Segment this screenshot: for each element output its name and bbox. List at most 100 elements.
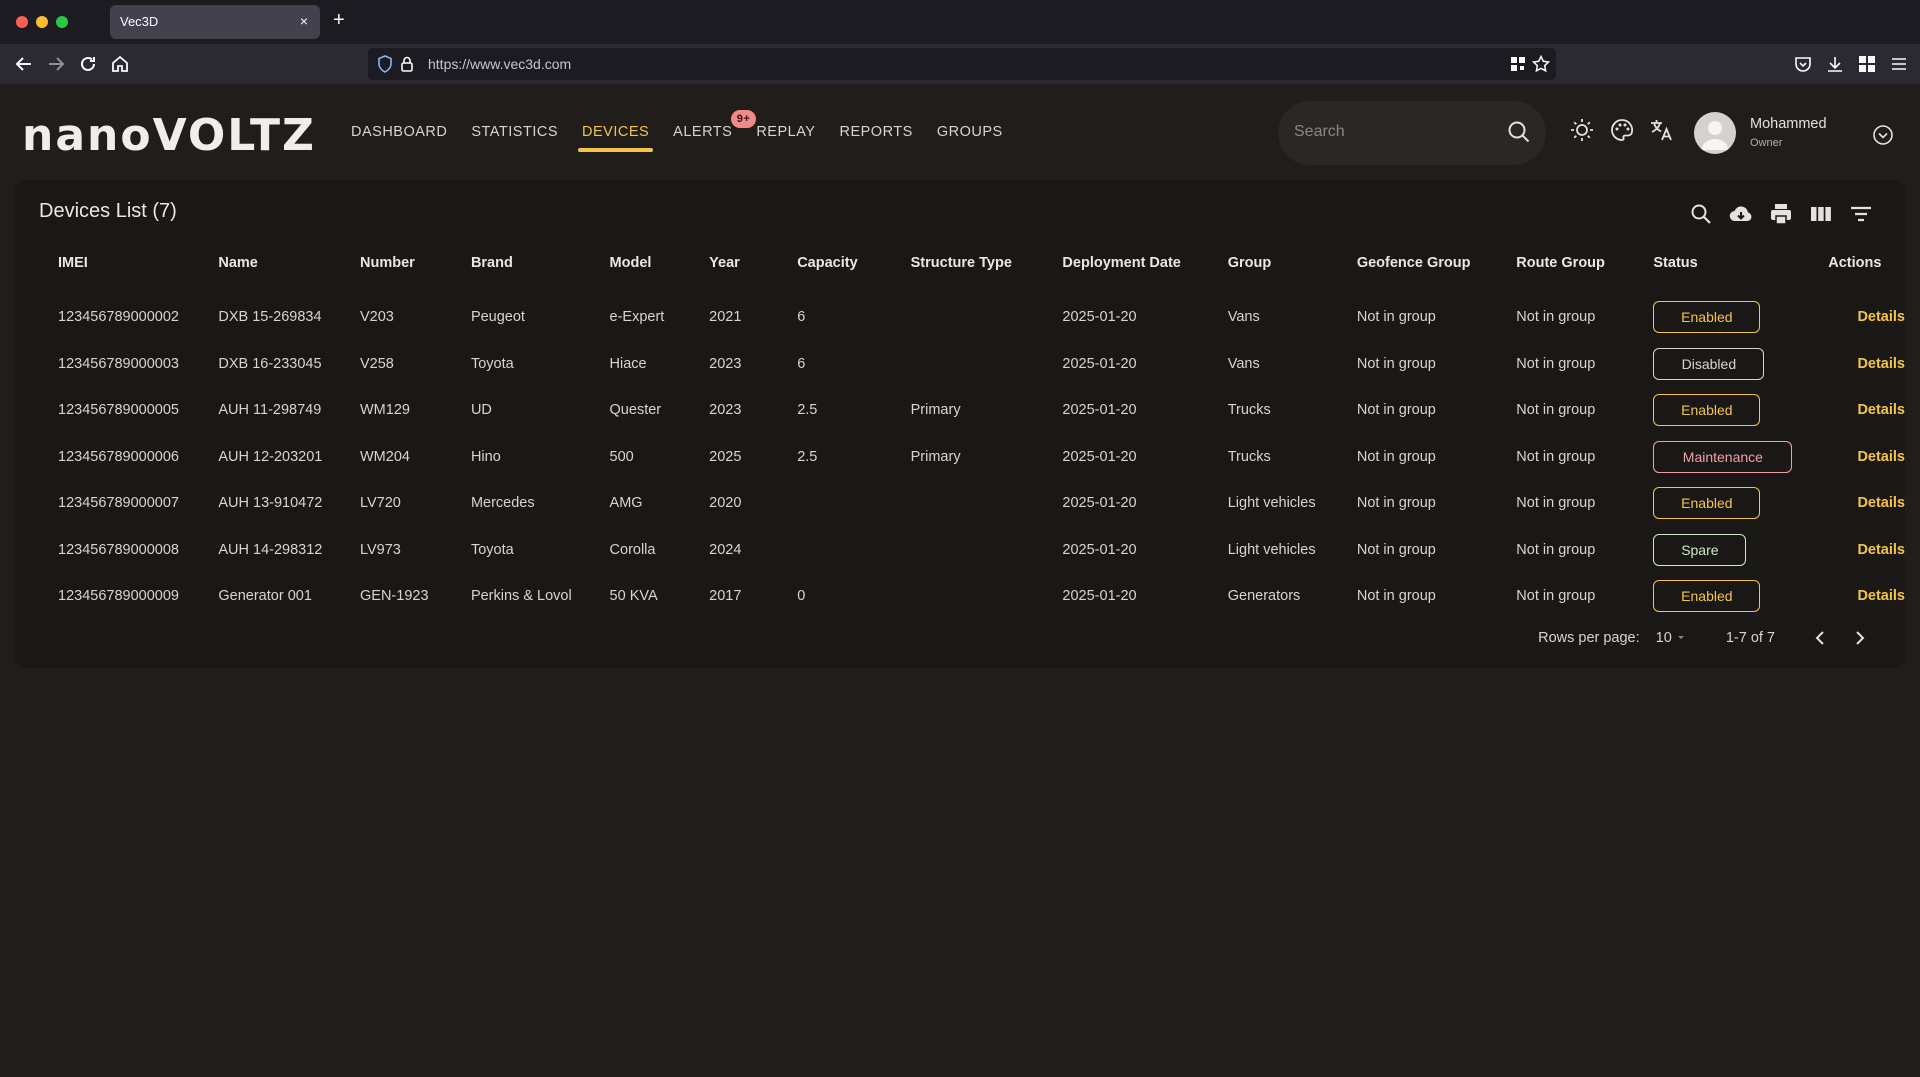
filter-icon[interactable] (1847, 200, 1875, 228)
cell-group: Trucks (1227, 448, 1271, 465)
table-row[interactable]: 123456789000003 DXB 16-233045 V258 Toyota Hi… (30, 341, 1905, 388)
search-icon[interactable] (1504, 117, 1534, 147)
url-bar[interactable]: https://www.vec3d.com (368, 48, 1556, 80)
cell-imei: 123456789000009 (58, 588, 179, 605)
page-title: Devices List (7) (39, 200, 177, 222)
cell-year: 2017 (709, 588, 742, 605)
tab-close-icon[interactable]: × (300, 13, 308, 29)
app-logo[interactable]: nanoVOLTZ (22, 110, 316, 161)
rows-per-page-select[interactable]: 10 (1656, 630, 1686, 646)
window-minimize-button[interactable] (36, 16, 48, 28)
cell-status: Enabled (1625, 573, 1800, 620)
column-header-status[interactable]: Status (1625, 232, 1800, 294)
table-row[interactable]: 123456789000007 AUH 13-910472 LV720 Mercede… (30, 480, 1905, 527)
back-arrow-icon[interactable] (12, 52, 36, 76)
cell-group: Trucks (1227, 402, 1271, 419)
status-badge[interactable]: Spare (1653, 533, 1747, 566)
details-link[interactable]: Details (1857, 542, 1905, 558)
nav-dashboard[interactable]: DASHBOARD (339, 84, 459, 180)
status-badge[interactable]: Enabled (1653, 580, 1761, 613)
table-header-row: IMEI Name Number Brand Model Year Capacity Stru… (30, 232, 1905, 294)
cell-name: AUH 14-298312 (218, 541, 323, 558)
nav-replay[interactable]: REPLAY (744, 84, 827, 180)
cell-imei: 123456789000005 (58, 402, 179, 419)
status-badge[interactable]: Maintenance (1653, 440, 1793, 473)
cell-imei: 123456789000006 (58, 448, 179, 465)
details-link[interactable]: Details (1857, 449, 1905, 465)
lock-icon[interactable] (400, 55, 414, 73)
column-header-actions[interactable]: Actions (1800, 232, 1905, 294)
nav-reports[interactable]: REPORTS (827, 84, 924, 180)
qr-grid-icon[interactable] (1510, 56, 1526, 72)
new-tab-button[interactable]: + (333, 9, 345, 31)
download-icon[interactable] (1825, 54, 1845, 74)
extensions-icon[interactable] (1857, 54, 1877, 74)
window-close-button[interactable] (16, 16, 28, 28)
chevron-down-icon[interactable] (1872, 124, 1894, 146)
cell-brand: Mercedes (470, 495, 535, 512)
details-link[interactable]: Details (1857, 588, 1905, 604)
search-input[interactable]: Search (1278, 101, 1546, 165)
table-row[interactable]: 123456789000005 AUH 11-298749 WM129 UD Quest… (30, 387, 1905, 434)
url-text[interactable]: https://www.vec3d.com (428, 56, 571, 72)
chevron-left-icon[interactable] (1805, 623, 1835, 653)
column-header-name[interactable]: Name (190, 232, 332, 294)
cell-structure-type (883, 527, 1035, 574)
star-icon[interactable] (1532, 55, 1550, 73)
column-header-imei[interactable]: IMEI (30, 232, 190, 294)
column-header-model[interactable]: Model (582, 232, 682, 294)
cell-actions: Details (1800, 341, 1905, 388)
avatar[interactable] (1694, 112, 1736, 154)
cell-route-group: Not in group (1516, 309, 1596, 326)
details-link[interactable]: Details (1857, 309, 1905, 325)
column-header-number[interactable]: Number (332, 232, 443, 294)
devices-card: Devices List (7) IMEI Name Number Brand Mode… (15, 180, 1905, 668)
shield-icon[interactable] (377, 55, 393, 73)
search-icon[interactable] (1687, 200, 1715, 228)
nav-statistics[interactable]: STATISTICS (459, 84, 570, 180)
column-header-group[interactable]: Group (1200, 232, 1329, 294)
details-link[interactable]: Details (1857, 402, 1905, 418)
cell-number: V203 (360, 309, 394, 326)
browser-toolbar: https://www.vec3d.com (0, 44, 1920, 84)
print-icon[interactable] (1767, 200, 1795, 228)
pocket-icon[interactable] (1793, 54, 1813, 74)
column-header-year[interactable]: Year (681, 232, 769, 294)
column-header-geofence-group[interactable]: Geofence Group (1329, 232, 1488, 294)
column-header-route-group[interactable]: Route Group (1488, 232, 1625, 294)
brightness-icon[interactable] (1568, 116, 1596, 144)
nav-groups[interactable]: GROUPS (925, 84, 1015, 180)
status-badge[interactable]: Enabled (1653, 301, 1761, 334)
status-badge[interactable]: Enabled (1653, 394, 1761, 427)
table-row[interactable]: 123456789000002 DXB 15-269834 V203 Peugeot e… (30, 294, 1905, 341)
column-header-deployment-date[interactable]: Deployment Date (1034, 232, 1199, 294)
cell-route-group: Not in group (1516, 402, 1596, 419)
columns-icon[interactable] (1807, 200, 1835, 228)
nav-alerts[interactable]: ALERTS 9+ (661, 84, 757, 180)
table-row[interactable]: 123456789000009 Generator 001 GEN-1923 Perk… (30, 573, 1905, 620)
rows-per-page-label: Rows per page: (1538, 630, 1640, 646)
browser-tab[interactable]: Vec3D × (110, 5, 320, 39)
column-header-brand[interactable]: Brand (443, 232, 582, 294)
status-badge[interactable]: Disabled (1653, 347, 1765, 380)
palette-icon[interactable] (1608, 116, 1636, 144)
reload-icon[interactable] (76, 52, 100, 76)
chevron-right-icon[interactable] (1845, 623, 1875, 653)
cell-imei: 123456789000003 (58, 355, 179, 372)
window-maximize-button[interactable] (56, 16, 68, 28)
translate-icon[interactable] (1647, 116, 1675, 144)
details-link[interactable]: Details (1857, 495, 1905, 511)
column-header-capacity[interactable]: Capacity (769, 232, 882, 294)
status-badge[interactable]: Enabled (1653, 487, 1761, 520)
cloud-download-icon[interactable] (1727, 200, 1755, 228)
nav-devices[interactable]: DEVICES (570, 84, 661, 180)
forward-arrow-icon[interactable] (44, 52, 68, 76)
cell-deployment-date: 2025-01-20 (1062, 495, 1137, 512)
table-row[interactable]: 123456789000008 AUH 14-298312 LV973 Toyota C… (30, 527, 1905, 574)
home-icon[interactable] (108, 52, 132, 76)
details-link[interactable]: Details (1857, 356, 1905, 372)
cell-actions: Details (1800, 294, 1905, 341)
table-row[interactable]: 123456789000006 AUH 12-203201 WM204 Hino 500… (30, 434, 1905, 481)
menu-icon[interactable] (1889, 54, 1909, 74)
column-header-structure-type[interactable]: Structure Type (883, 232, 1035, 294)
